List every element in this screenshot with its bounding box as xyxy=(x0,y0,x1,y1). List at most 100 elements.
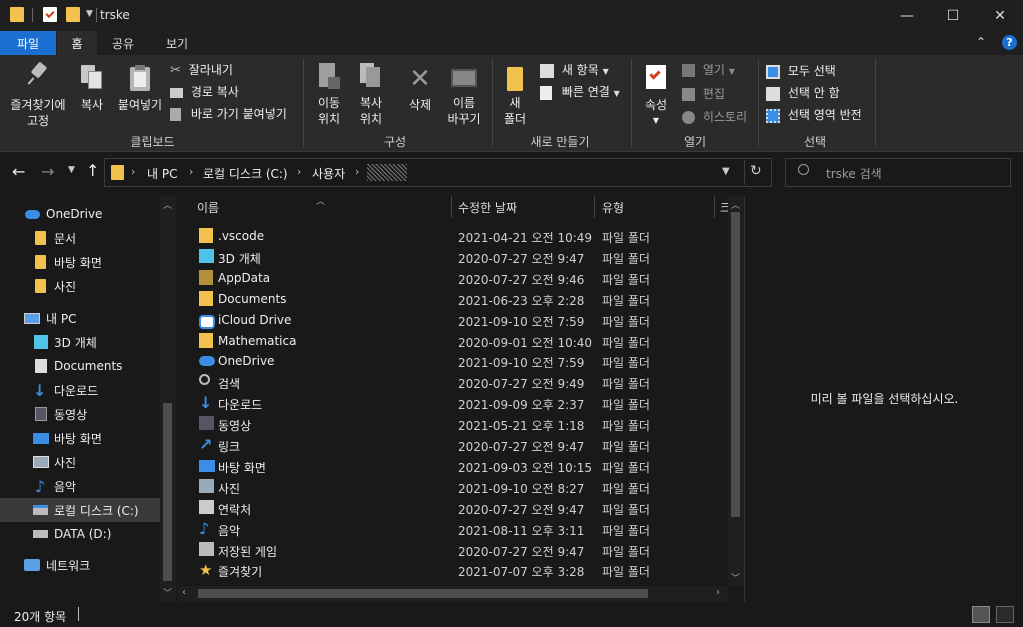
select-all-button[interactable]: 모두 선택 xyxy=(766,62,836,79)
tab-view[interactable]: 보기 xyxy=(150,31,204,55)
address-bar[interactable]: › 내 PC › 로컬 디스크 (C:) › 사용자 › ▼ ↻ xyxy=(104,158,772,187)
select-none-button[interactable]: 선택 안 함 xyxy=(766,84,840,101)
table-row[interactable]: ♪ 음악 2021-08-11 오후 3:11 파일 폴더 xyxy=(196,519,728,540)
tab-home[interactable]: 홈 xyxy=(57,31,97,55)
table-row[interactable]: Mathematica 2020-09-01 오전 10:40 파일 폴더 xyxy=(196,331,728,352)
table-row[interactable]: 사진 2021-09-10 오전 8:27 파일 폴더 xyxy=(196,477,728,498)
delete-button[interactable]: ✕ 삭제 xyxy=(400,61,440,113)
column-header-type[interactable]: 유형 xyxy=(602,196,712,218)
open-button[interactable]: 열기 ▼ xyxy=(682,61,735,78)
new-item-button[interactable]: 새 항목 ▼ xyxy=(540,61,609,78)
new-folder-button[interactable]: 새 폴더 xyxy=(498,61,532,127)
table-row[interactable]: 연락처 2020-07-27 오전 9:47 파일 폴더 xyxy=(196,498,728,519)
breadcrumb-separator-icon[interactable]: › xyxy=(297,165,301,178)
close-button[interactable]: ✕ xyxy=(977,0,1023,31)
table-row[interactable]: 검색 2020-07-27 오전 9:49 파일 폴더 xyxy=(196,372,728,393)
maximize-button[interactable]: ☐ xyxy=(930,0,976,31)
table-row[interactable]: OneDrive 2021-09-10 오전 7:59 파일 폴더 xyxy=(196,351,728,372)
horizontal-scrollbar[interactable]: ‹ › xyxy=(178,586,728,602)
properties-button[interactable]: 속성 ▼ xyxy=(638,61,674,129)
breadcrumb-users[interactable]: 사용자 xyxy=(312,165,345,182)
breadcrumb-separator-icon[interactable]: › xyxy=(131,165,135,178)
copy-button[interactable]: 복사 xyxy=(72,61,112,113)
file-list-scrollbar[interactable]: ︿ ﹀ xyxy=(728,196,744,586)
history-button[interactable]: 히스토리 xyxy=(682,108,747,125)
scroll-up-icon[interactable]: ︿ xyxy=(163,198,172,211)
nav-item-pictures-onedrive[interactable]: 사진 xyxy=(0,274,160,298)
nav-item-pictures[interactable]: 사진 xyxy=(0,450,160,474)
forward-arrow-icon[interactable]: → xyxy=(41,162,54,181)
nav-item-videos[interactable]: 동영상 xyxy=(0,402,160,426)
ribbon-collapse-icon[interactable]: ⌃ xyxy=(976,35,986,49)
paste-shortcut-button[interactable]: 바로 가기 붙여넣기 xyxy=(170,105,287,122)
breadcrumb-separator-icon[interactable]: › xyxy=(189,165,193,178)
table-row[interactable]: AppData 2020-07-27 오전 9:46 파일 폴더 xyxy=(196,268,728,289)
table-row[interactable]: ↗ 링크 2020-07-27 오전 9:47 파일 폴더 xyxy=(196,435,728,456)
nav-item-local-disk[interactable]: 로컬 디스크 (C:) xyxy=(0,498,160,522)
column-header-modified[interactable]: 수정한 날짜 xyxy=(458,196,592,218)
rename-button[interactable]: 이름 바꾸기 xyxy=(440,61,488,127)
nav-item-3d-objects[interactable]: 3D 개체 xyxy=(0,330,160,354)
large-icons-view-icon[interactable] xyxy=(996,606,1014,623)
nav-item-desktop-onedrive[interactable]: 바탕 화면 xyxy=(0,250,160,274)
scroll-down-icon[interactable]: ﹀ xyxy=(731,571,740,584)
breadcrumb-separator-icon[interactable]: › xyxy=(355,165,359,178)
table-row[interactable]: Documents 2021-06-23 오후 2:28 파일 폴더 xyxy=(196,289,728,310)
nav-item-music[interactable]: ♪ 음악 xyxy=(0,474,160,498)
nav-item-documents[interactable]: Documents xyxy=(0,354,160,378)
scroll-right-icon[interactable]: › xyxy=(716,587,720,598)
table-row[interactable]: ↓ 다운로드 2021-09-09 오후 2:37 파일 폴더 xyxy=(196,393,728,414)
column-divider[interactable] xyxy=(714,196,715,218)
column-divider[interactable] xyxy=(594,196,595,218)
table-row[interactable]: iCloud Drive 2021-09-10 오전 7:59 파일 폴더 xyxy=(196,310,728,331)
copy-to-button[interactable]: 복사 위치 xyxy=(350,61,392,127)
table-row[interactable]: 동영상 2021-05-21 오후 1:18 파일 폴더 xyxy=(196,414,728,435)
column-header-name[interactable]: 이름 xyxy=(197,196,451,218)
move-to-button[interactable]: 이동 위치 xyxy=(308,61,350,127)
details-view-icon[interactable] xyxy=(972,606,990,623)
up-arrow-icon[interactable]: ↑ xyxy=(86,161,99,180)
table-row[interactable]: ★ 즐겨찾기 2021-07-07 오후 3:28 파일 폴더 xyxy=(196,560,728,581)
properties-icon[interactable] xyxy=(43,7,57,22)
file-list-scrollbar-thumb[interactable] xyxy=(731,212,740,517)
nav-item-onedrive[interactable]: OneDrive xyxy=(0,202,160,226)
nav-scrollbar[interactable]: ︿ ﹀ xyxy=(160,196,176,602)
new-folder-icon[interactable] xyxy=(66,7,80,22)
breadcrumb-this-pc[interactable]: 내 PC xyxy=(147,165,177,182)
tab-file[interactable]: 파일 xyxy=(0,31,56,55)
obscured-username[interactable] xyxy=(367,164,407,181)
refresh-icon[interactable]: ↻ xyxy=(750,163,762,179)
chevron-down-icon[interactable]: ▼ xyxy=(86,9,93,19)
table-row[interactable]: 저장된 게임 2020-07-27 오전 9:47 파일 폴더 xyxy=(196,540,728,561)
help-icon[interactable]: ? xyxy=(1002,35,1017,50)
table-row[interactable]: 바탕 화면 2021-09-03 오전 10:15 파일 폴더 xyxy=(196,456,728,477)
cut-button[interactable]: ✂ 잘라내기 xyxy=(170,61,233,78)
scroll-up-icon[interactable]: ︿ xyxy=(731,198,740,211)
table-row[interactable]: .vscode 2021-04-21 오전 10:49 파일 폴더 xyxy=(196,226,728,247)
nav-item-this-pc[interactable]: 내 PC xyxy=(0,306,160,330)
nav-item-downloads[interactable]: ↓ 다운로드 xyxy=(0,378,160,402)
address-history-chevron-icon[interactable]: ▼ xyxy=(722,166,730,177)
column-divider[interactable] xyxy=(451,196,452,218)
search-box[interactable]: trske 검색 xyxy=(785,158,1011,187)
scroll-left-icon[interactable]: ‹ xyxy=(182,587,186,598)
invert-selection-button[interactable]: 선택 영역 반전 xyxy=(766,106,862,123)
tab-share[interactable]: 공유 xyxy=(100,31,146,55)
nav-item-documents-onedrive[interactable]: 문서 xyxy=(0,226,160,250)
nav-scrollbar-thumb[interactable] xyxy=(163,403,172,581)
minimize-button[interactable]: — xyxy=(884,0,930,31)
paste-button[interactable]: 붙여넣기 xyxy=(114,61,166,113)
table-row[interactable]: 3D 개체 2020-07-27 오전 9:47 파일 폴더 xyxy=(196,247,728,268)
back-arrow-icon[interactable]: ← xyxy=(12,162,25,181)
nav-item-network[interactable]: 네트워크 xyxy=(0,553,160,577)
pin-button[interactable]: 즐겨찾기에 고정 xyxy=(8,61,68,129)
edit-button[interactable]: 편집 xyxy=(682,85,725,102)
recent-locations-chevron-icon[interactable]: ▼ xyxy=(68,165,75,175)
copy-path-button[interactable]: 경로 복사 xyxy=(170,83,239,100)
scroll-down-icon[interactable]: ﹀ xyxy=(163,586,172,599)
breadcrumb-local-disk[interactable]: 로컬 디스크 (C:) xyxy=(203,165,288,182)
nav-item-desktop[interactable]: 바탕 화면 xyxy=(0,426,160,450)
horizontal-scrollbar-thumb[interactable] xyxy=(198,589,648,598)
nav-item-data-drive[interactable]: DATA (D:) xyxy=(0,522,160,546)
easy-access-button[interactable]: 빠른 연결 ▼ xyxy=(540,83,620,100)
